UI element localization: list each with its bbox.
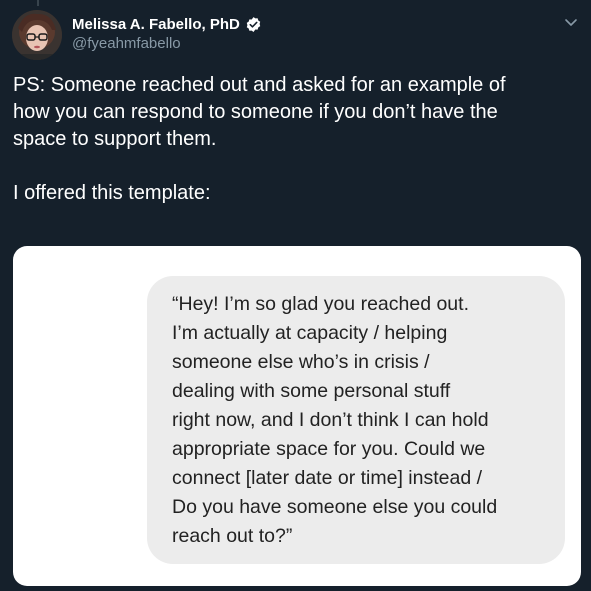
author-name-row[interactable]: Melissa A. Fabello, PhD (72, 13, 262, 35)
tweet-line: space to support them. (13, 128, 217, 150)
thread-connector-line (37, 0, 39, 6)
message-line: someone else who’s in crisis / (172, 351, 430, 373)
message-line: dealing with some personal stuff (172, 380, 451, 402)
tweet-line: I offered this template: (13, 182, 211, 204)
message-line: Do you have someone else you could (172, 496, 498, 518)
message-line: right now, and I don’t think I can hold (172, 409, 489, 431)
message-bubble: “Hey! I’m so glad you reached out. I’m a… (147, 276, 565, 564)
author-handle[interactable]: @fyeahmfabello (72, 35, 181, 52)
profile-photo-icon (12, 10, 62, 60)
message-line: I’m actually at capacity / helping (172, 322, 448, 344)
tweet-line: how you can respond to someone if you do… (13, 101, 498, 123)
attached-image[interactable]: “Hey! I’m so glad you reached out. I’m a… (13, 246, 581, 586)
chevron-down-icon[interactable] (561, 12, 581, 32)
verified-badge-icon (245, 16, 262, 33)
message-line: reach out to?” (172, 525, 293, 547)
avatar[interactable] (12, 10, 62, 60)
tweet-body: PS: Someone reached out and asked for an… (13, 72, 583, 207)
message-line: “Hey! I’m so glad you reached out. (172, 293, 469, 315)
message-line: appropriate space for you. Could we (172, 438, 486, 460)
message-line: connect [later date or time] instead / (172, 467, 483, 489)
tweet-line: PS: Someone reached out and asked for an… (13, 74, 506, 96)
author-display-name[interactable]: Melissa A. Fabello, PhD (72, 16, 240, 33)
